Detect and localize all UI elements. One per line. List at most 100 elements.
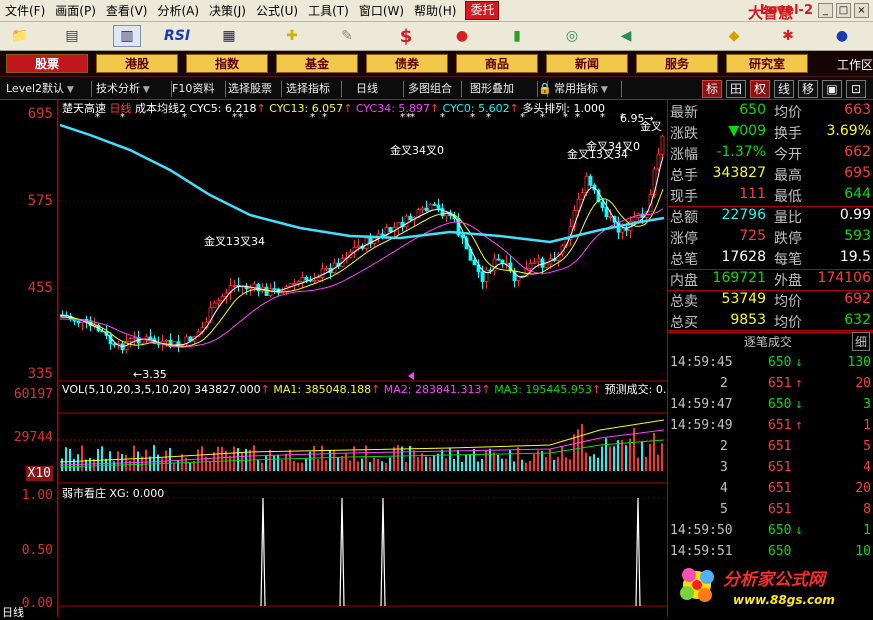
volume-bar [625,445,627,471]
quote-value: 662 [844,144,871,160]
lock-icon[interactable]: 🔒 [534,81,552,97]
category-tab[interactable]: 指数 [186,54,268,73]
volume-bar [117,451,119,471]
megaphone-icon[interactable]: ◀ [612,25,640,47]
table-icon[interactable]: ▦ [215,25,243,47]
candle-body [528,263,533,270]
diamond-icon[interactable]: ◆ [720,25,748,47]
right-tab[interactable]: 移 [798,80,818,98]
right-tab[interactable]: ▣ [822,80,842,98]
category-tab[interactable]: 研究室 [726,54,808,73]
category-tab[interactable]: 服务 [636,54,718,73]
chart-icon[interactable]: ▤ [58,25,86,47]
cross-icon[interactable]: ✚ [278,25,306,47]
candle-body [76,320,81,324]
right-tab[interactable]: 田 [726,80,746,98]
rsi-icon[interactable]: RSI [163,25,191,47]
kline-icon[interactable]: ▥ [113,25,141,47]
quote-key: 总卖 [670,294,698,310]
maximize-button[interactable]: □ [836,3,851,18]
candle-body [624,228,629,231]
work-area-label[interactable]: 工作区 [837,56,873,73]
category-tab[interactable]: 新闻 [546,54,628,73]
volume-bar [189,462,191,471]
volume-bar [373,457,375,471]
tick-detail-tab[interactable]: 细 [851,332,870,351]
close-button[interactable]: × [854,3,869,18]
subtool-button[interactable]: 选择指标 [282,81,342,97]
bars-icon[interactable]: ▮ [503,25,531,47]
quote-value: 111 [739,186,766,202]
category-tab[interactable]: 港股 [96,54,178,73]
folder-icon[interactable]: 📁 [6,25,34,47]
volume-bar [481,458,483,471]
category-tab[interactable]: 商品 [456,54,538,73]
ind-header: 弱市看庄 XG: 0.000 [62,485,164,501]
right-tab[interactable]: 标 [702,80,722,98]
refresh-icon[interactable]: ● [828,25,856,47]
tick-header: 逐笔成交 细 [668,331,873,351]
minimize-button[interactable]: _ [818,3,833,18]
binoculars-icon[interactable]: ◎ [558,25,586,47]
subtool-button[interactable]: 多图组合 [404,81,462,97]
candle-body [320,268,325,278]
subtool-button[interactable]: 选择股票 [224,81,282,97]
right-tab[interactable]: ⊡ [846,80,866,98]
menu-item[interactable]: 工具(T) [303,0,354,22]
volume-bar [633,428,635,471]
bottom-period-label[interactable]: 日线 [2,604,24,620]
menu-item[interactable]: 决策(J) [204,0,251,22]
volume-bar [653,432,655,471]
subtool-label: F10资料 [172,82,215,95]
volume-bar [425,456,427,471]
traffic-icon[interactable]: ● [448,25,476,47]
menu-item[interactable]: 窗口(W) [354,0,409,22]
menu-item[interactable]: 画面(P) [50,0,101,22]
category-tab[interactable]: 基金 [276,54,358,73]
toolbar: 📁 ▤ ▥ RSI ▦ ✚ ✎ $ ● ▮ ◎ ◀ ◆ ✱ ● [0,22,873,51]
quote-row: 总笔 17628 每笔 19.5 [668,249,873,270]
category-tab[interactable]: 股票 [6,54,88,73]
entrust-button[interactable]: 委托 [465,1,500,20]
subtool-button[interactable]: F10资料 [168,81,226,97]
volume-bar [629,438,631,471]
quote-value: 593 [844,228,871,244]
volume-bar [241,453,243,471]
menu-item[interactable]: 帮助(H) [409,0,461,22]
subtool-label: 选择指标 [286,82,330,95]
menu-item[interactable]: 分析(A) [152,0,204,22]
subtool-button[interactable]: 技术分析 ▼ [92,81,172,97]
subtool-button[interactable]: Level2默认 ▼ [2,81,92,97]
volume-bar [585,452,587,471]
subtool-button[interactable]: 图形叠加 [466,81,538,97]
volume-bar [561,446,563,471]
low-annotation: ←3.35 [133,368,167,381]
quote-key: 涨停 [670,231,698,247]
subtool-button[interactable]: 常用指标 ▼ [550,81,622,97]
kline-chart[interactable]: * * * * * * * * * * * * * * * * * * * [0,100,667,617]
quote-key: 总买 [670,315,698,331]
menu-item[interactable]: 文件(F) [0,0,50,22]
cyc5-value: CYC5: 6.218 [189,102,257,115]
volume-bar [101,446,103,471]
volume-bar [257,459,259,471]
candle-body [460,234,465,239]
gear-icon[interactable]: ✱ [774,25,802,47]
right-tab[interactable]: 权 [750,80,770,98]
right-tab[interactable]: 线 [774,80,794,98]
window-controls: _ □ × [818,3,869,18]
candle-body [428,203,433,212]
dropdown-arrow-icon: ▼ [598,85,608,95]
subtool-label: 日线 [356,82,378,95]
dollar-icon[interactable]: $ [392,25,420,47]
menu-item[interactable]: 公式(U) [251,0,303,22]
volume-bar [593,454,595,471]
category-tab[interactable]: 债券 [366,54,448,73]
menu-item[interactable]: 查看(V) [101,0,153,22]
volume-bar [557,456,559,471]
volume-bar [81,445,83,471]
quote-key: 总手 [670,168,698,184]
subtool-button[interactable]: 日线 [352,81,404,97]
volume-bar [521,459,523,471]
ruler-icon[interactable]: ✎ [333,25,361,47]
